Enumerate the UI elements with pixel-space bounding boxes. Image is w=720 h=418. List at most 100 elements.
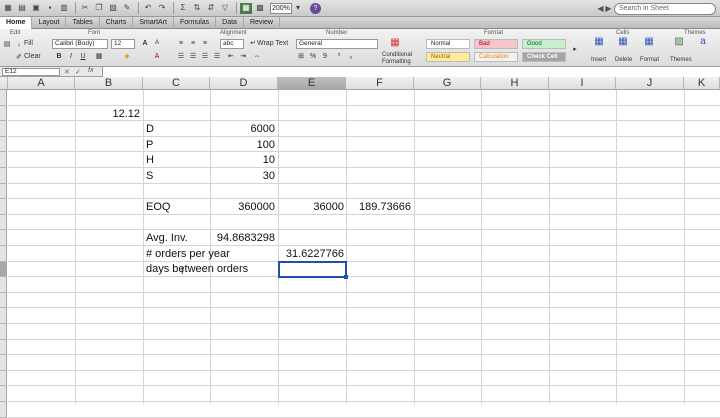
row-header[interactable]	[0, 214, 7, 231]
borders-icon[interactable]: ▦	[94, 52, 104, 61]
format-button[interactable]: Format	[640, 57, 659, 63]
column-header-e[interactable]: E	[278, 77, 346, 90]
themes-icon[interactable]: ▨	[672, 37, 686, 51]
conditional-formatting-label-2[interactable]: Formatting	[382, 59, 411, 65]
column-header-j[interactable]: J	[616, 77, 684, 90]
column-header-k[interactable]: K	[684, 77, 720, 90]
templates-icon[interactable]: ▤	[16, 3, 28, 14]
row-header[interactable]	[0, 292, 7, 309]
cell-d4[interactable]: 6000	[210, 122, 275, 137]
nav-forward-icon[interactable]: ▶	[604, 4, 613, 13]
cell-c6[interactable]: H	[146, 153, 154, 168]
tab-review[interactable]: Review	[244, 17, 280, 29]
style-bad[interactable]: Bad	[474, 39, 518, 49]
align-right-icon[interactable]: ☰	[200, 52, 210, 61]
cell-f9[interactable]: 189.73666	[346, 200, 411, 215]
align-middle-icon[interactable]: ≡	[188, 39, 198, 48]
cell-d9[interactable]: 360000	[210, 200, 275, 215]
name-box[interactable]: E12	[2, 68, 60, 76]
row-header[interactable]	[0, 339, 7, 356]
zoom-box[interactable]: 200%	[270, 2, 292, 14]
style-good[interactable]: Good	[522, 39, 566, 49]
zoom-dropdown-icon[interactable]: ▾	[292, 3, 304, 14]
row-header[interactable]	[0, 136, 7, 153]
underline-button[interactable]: U	[78, 52, 88, 61]
tab-smartart[interactable]: SmartArt	[133, 17, 174, 29]
paste-icon[interactable]: ▤	[2, 40, 12, 49]
row-header[interactable]	[0, 261, 7, 278]
font-name-select[interactable]: Calibri (Body)	[52, 39, 108, 49]
cell-c12[interactable]: # orders per year	[146, 247, 230, 262]
cell-d6[interactable]: 10	[210, 153, 275, 168]
column-header-g[interactable]: G	[414, 77, 481, 90]
conditional-formatting-icon[interactable]: ▦	[386, 38, 404, 52]
row-header[interactable]	[0, 308, 7, 324]
styles-more-icon[interactable]: ▸	[570, 45, 580, 54]
row-header[interactable]	[0, 277, 7, 293]
align-bottom-icon[interactable]: ≡	[200, 39, 210, 48]
font-color-button[interactable]: A	[152, 52, 162, 61]
cell-d11[interactable]: 94.8683298	[210, 231, 275, 246]
cell-c4[interactable]: D	[146, 122, 154, 137]
row-header[interactable]	[0, 230, 7, 246]
filter-icon[interactable]: ▽	[219, 3, 231, 14]
font-grow-icon[interactable]: A	[140, 39, 150, 48]
column-header-b[interactable]: B	[75, 77, 143, 90]
align-center-icon[interactable]: ☰	[188, 52, 198, 61]
copy-icon[interactable]: ❐	[93, 3, 105, 14]
insert-icon[interactable]: ▦	[592, 37, 606, 51]
row-header[interactable]	[0, 355, 7, 371]
column-header-d[interactable]: D	[210, 77, 278, 90]
row-header[interactable]	[0, 324, 7, 340]
cell-d7[interactable]: 30	[210, 169, 275, 184]
row-header[interactable]	[0, 183, 7, 200]
undo-icon[interactable]: ↶	[142, 3, 154, 14]
increase-decimal-icon[interactable]: ⁰	[334, 52, 344, 61]
search-in-sheet-input[interactable]: Search in Sheet	[614, 3, 716, 15]
redo-icon[interactable]: ↷	[156, 3, 168, 14]
fill-icon[interactable]: ↓	[14, 40, 24, 49]
select-all-corner[interactable]	[0, 77, 8, 90]
column-header-i[interactable]: I	[549, 77, 616, 90]
themes-button[interactable]: Themes	[670, 57, 692, 63]
cell-c13[interactable]: days between orders	[146, 262, 248, 277]
font-shrink-icon[interactable]: A	[152, 39, 162, 48]
delete-icon[interactable]: ▦	[616, 37, 630, 51]
fill-color-icon[interactable]: ◈	[122, 52, 132, 61]
new-workbook-icon[interactable]: ▦	[2, 3, 14, 14]
gallery-icon[interactable]: ▦	[240, 2, 252, 14]
active-cell-e12[interactable]	[278, 261, 347, 278]
wrap-text-button[interactable]: Wrap Text	[257, 40, 288, 47]
cell-c7[interactable]: S	[146, 169, 153, 184]
clear-button[interactable]: Clear	[24, 53, 41, 60]
comma-button[interactable]: 9	[320, 52, 330, 61]
cell-b3[interactable]: 12.12	[75, 107, 140, 122]
format-painter-icon[interactable]: ✎	[121, 3, 133, 14]
tab-home[interactable]: Home	[0, 17, 33, 29]
sort-ascending-icon[interactable]: ⇅	[191, 3, 203, 14]
row-header[interactable]	[0, 199, 7, 215]
autosum-icon[interactable]: Σ	[177, 3, 189, 14]
print-icon[interactable]: ▥	[58, 3, 70, 14]
align-left-icon[interactable]: ☰	[176, 52, 186, 61]
italic-button[interactable]: I	[66, 52, 76, 61]
row-header[interactable]	[0, 386, 7, 402]
style-neutral[interactable]: Neutral	[426, 52, 470, 62]
percent-button[interactable]: %	[308, 52, 318, 61]
row-header[interactable]	[0, 168, 7, 184]
align-top-icon[interactable]: ≡	[176, 39, 186, 48]
cut-icon[interactable]: ✂	[79, 3, 91, 14]
style-normal[interactable]: Normal	[426, 39, 470, 49]
decrease-decimal-icon[interactable]: ₀	[346, 52, 356, 61]
tab-formulas[interactable]: Formulas	[174, 17, 217, 29]
cell-c9[interactable]: EOQ	[146, 200, 170, 215]
fill-handle[interactable]	[344, 275, 348, 279]
cell-c11[interactable]: Avg. Inv.	[146, 231, 188, 246]
tab-layout[interactable]: Layout	[32, 17, 67, 29]
insert-button[interactable]: Insert	[591, 57, 606, 63]
row-header[interactable]	[0, 370, 7, 387]
style-check-cell[interactable]: Check Cell	[522, 52, 566, 62]
row-header[interactable]	[0, 121, 7, 137]
paste-icon[interactable]: ▨	[107, 3, 119, 14]
column-header-h[interactable]: H	[481, 77, 549, 90]
